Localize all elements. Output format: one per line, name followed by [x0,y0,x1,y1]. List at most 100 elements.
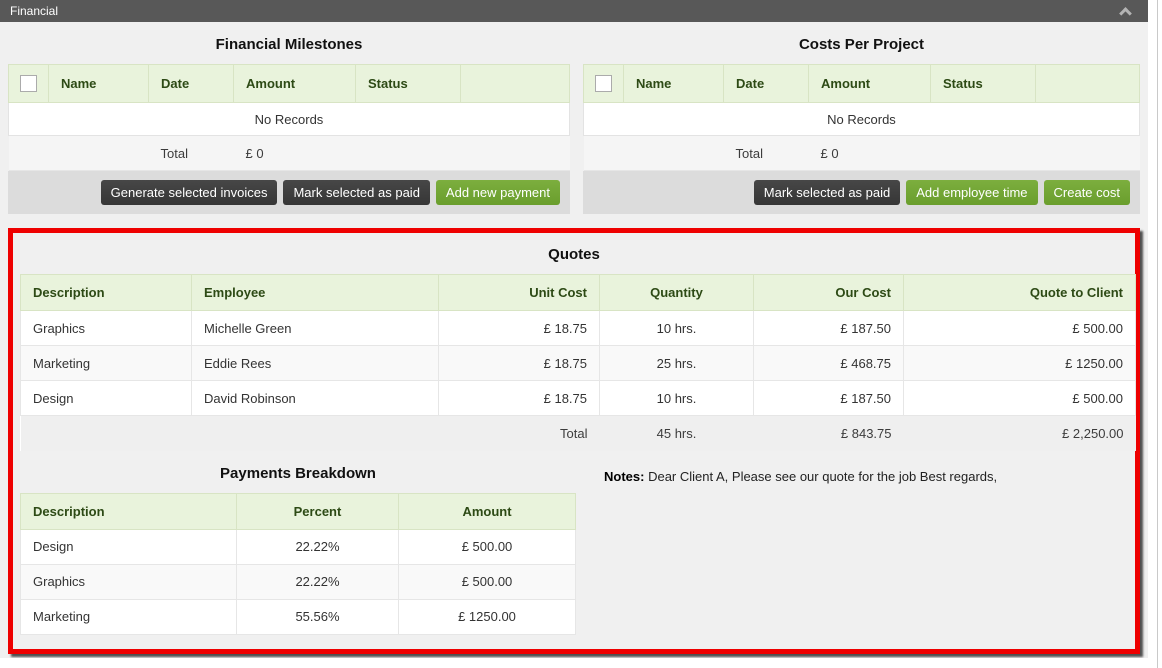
collapse-chevron-icon[interactable] [1119,7,1132,20]
column-header-name: Name [624,65,724,103]
quote-employee: Michelle Green [192,311,439,346]
payment-description: Design [21,529,237,564]
quotes-title: Quotes [13,233,1135,274]
quote-description: Graphics [21,311,192,346]
total-value: £ 0 [234,136,356,171]
quotes-total-row: Total 45 hrs. £ 843.75 £ 2,250.00 [21,416,1136,451]
notes-text: Dear Client A, Please see our quote for … [648,469,997,484]
quote-to-client: £ 500.00 [904,381,1136,416]
quote-notes: Notes: Dear Client A, Please see our quo… [576,453,1128,484]
quotes-total-quantity: 45 hrs. [600,416,754,451]
quote-quantity: 10 hrs. [600,381,754,416]
financial-page: Financial Financial Milestones Name Date… [0,0,1162,668]
quote-unit-cost: £ 18.75 [439,311,600,346]
column-header-percent: Percent [237,493,399,529]
quote-unit-cost: £ 18.75 [439,346,600,381]
financial-milestones-table: Name Date Amount Status No Records [8,64,570,171]
payment-percent: 55.56% [237,599,399,634]
create-cost-button[interactable]: Create cost [1044,180,1130,205]
total-label: Total [149,136,234,171]
column-header-quote-to-client: Quote to Client [904,275,1136,311]
table-header-row: Name Date Amount Status [9,65,570,103]
quote-employee: David Robinson [192,381,439,416]
quote-our-cost: £ 187.50 [754,311,904,346]
column-header-actions [1036,65,1140,103]
payment-row[interactable]: Marketing 55.56% £ 1250.00 [21,599,576,634]
select-all-checkbox[interactable] [20,75,37,92]
select-all-checkbox[interactable] [595,75,612,92]
payment-percent: 22.22% [237,529,399,564]
quotes-lower-section: Payments Breakdown Description Percent A… [13,453,1135,635]
column-header-amount: Amount [809,65,931,103]
generate-selected-invoices-button[interactable]: Generate selected invoices [101,180,278,205]
mark-selected-as-paid-button[interactable]: Mark selected as paid [754,180,900,205]
quotes-highlight-box: Quotes Description Employee Unit Cost Qu… [8,228,1140,654]
empty-row: No Records [584,103,1140,136]
quotes-header-row: Description Employee Unit Cost Quantity … [21,275,1136,311]
top-panels: Financial Milestones Name Date Amount St… [0,22,1148,214]
column-header-status: Status [356,65,461,103]
total-row: Total £ 0 [584,136,1140,171]
scrollbar-track-line [1157,0,1158,668]
column-header-date: Date [149,65,234,103]
payments-header-row: Description Percent Amount [21,493,576,529]
quote-row[interactable]: Design David Robinson £ 18.75 10 hrs. £ … [21,381,1136,416]
payment-amount: £ 500.00 [399,529,576,564]
column-header-date: Date [724,65,809,103]
payment-row[interactable]: Design 22.22% £ 500.00 [21,529,576,564]
financial-milestones-panel: Financial Milestones Name Date Amount St… [8,22,570,214]
payment-row[interactable]: Graphics 22.22% £ 500.00 [21,564,576,599]
quotes-total-our-cost: £ 843.75 [754,416,904,451]
payment-percent: 22.22% [237,564,399,599]
column-header-unit-cost: Unit Cost [439,275,600,311]
quote-employee: Eddie Rees [192,346,439,381]
financial-milestones-title: Financial Milestones [8,22,570,64]
quote-description: Design [21,381,192,416]
payments-breakdown-title: Payments Breakdown [20,453,576,493]
quotes-total-quote-to-client: £ 2,250.00 [904,416,1136,451]
costs-per-project-panel: Costs Per Project Name Date Amount Statu… [583,22,1140,214]
quote-our-cost: £ 187.50 [754,381,904,416]
payment-amount: £ 1250.00 [399,599,576,634]
quote-unit-cost: £ 18.75 [439,381,600,416]
quote-row[interactable]: Graphics Michelle Green £ 18.75 10 hrs. … [21,311,1136,346]
total-label: Total [724,136,809,171]
section-header-bar[interactable]: Financial [0,0,1148,22]
quote-to-client: £ 1250.00 [904,346,1136,381]
milestones-button-strip: Generate selected invoices Mark selected… [8,171,570,214]
empty-row: No Records [9,103,570,136]
select-all-header-cell [9,65,49,103]
quote-row[interactable]: Marketing Eddie Rees £ 18.75 25 hrs. £ 4… [21,346,1136,381]
quotes-table: Description Employee Unit Cost Quantity … [20,274,1136,451]
column-header-actions [461,65,570,103]
costs-button-strip: Mark selected as paid Add employee time … [583,171,1140,214]
column-header-our-cost: Our Cost [754,275,904,311]
add-new-payment-button[interactable]: Add new payment [436,180,560,205]
financial-section: Financial Financial Milestones Name Date… [0,0,1148,658]
costs-per-project-title: Costs Per Project [583,22,1140,64]
select-all-header-cell [584,65,624,103]
total-value: £ 0 [809,136,931,171]
column-header-amount: Amount [234,65,356,103]
quote-our-cost: £ 468.75 [754,346,904,381]
column-header-description: Description [21,493,237,529]
payments-breakdown-panel: Payments Breakdown Description Percent A… [20,453,576,635]
notes-label: Notes: [604,469,644,484]
payment-amount: £ 500.00 [399,564,576,599]
mark-selected-as-paid-button[interactable]: Mark selected as paid [283,180,429,205]
no-records-message: No Records [9,103,570,136]
column-header-status: Status [931,65,1036,103]
table-header-row: Name Date Amount Status [584,65,1140,103]
add-employee-time-button[interactable]: Add employee time [906,180,1037,205]
total-row: Total £ 0 [9,136,570,171]
column-header-employee: Employee [192,275,439,311]
column-header-description: Description [21,275,192,311]
section-title: Financial [10,4,58,18]
payment-description: Marketing [21,599,237,634]
no-records-message: No Records [584,103,1140,136]
quote-quantity: 25 hrs. [600,346,754,381]
costs-per-project-table: Name Date Amount Status No Records [583,64,1140,171]
quote-to-client: £ 500.00 [904,311,1136,346]
column-header-name: Name [49,65,149,103]
payments-breakdown-table: Description Percent Amount Design 22.22%… [20,493,576,635]
